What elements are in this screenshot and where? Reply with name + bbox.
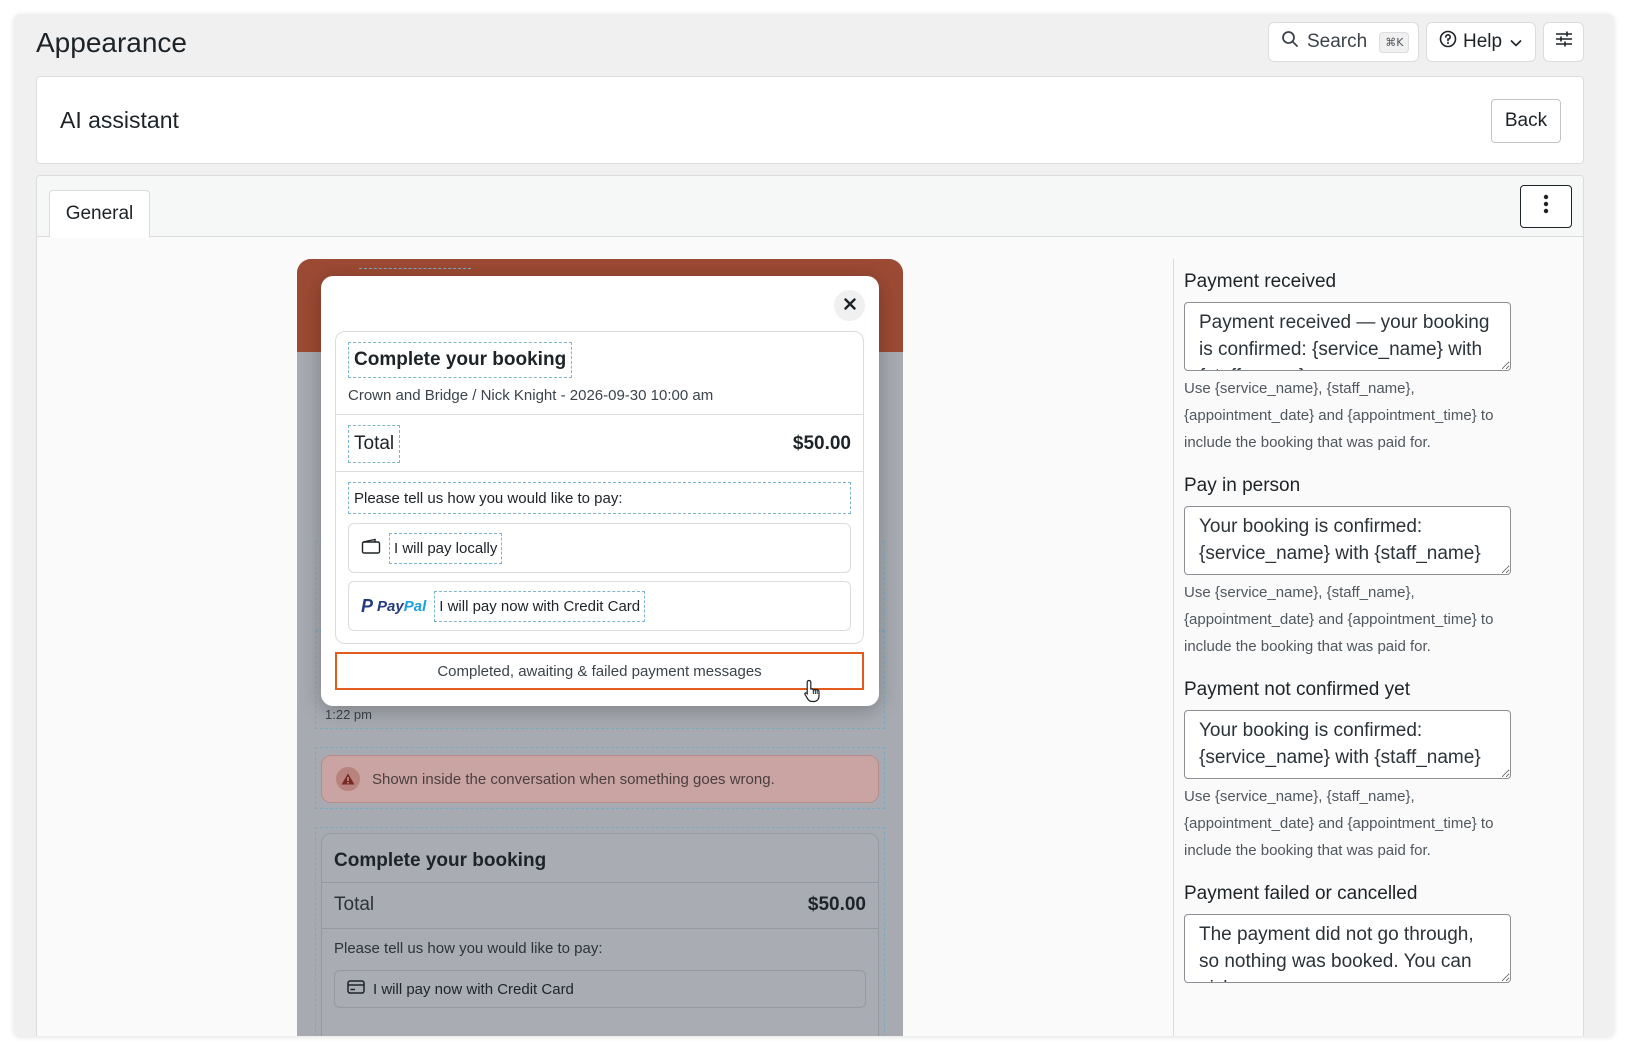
payment-question[interactable]: Please tell us how you would like to pay… [348,482,851,514]
booking-title[interactable]: Complete your booking [348,342,573,378]
divider [336,414,863,415]
error-message-text: Shown inside the conversation when somet… [372,770,775,788]
field-label-pay-in-person: Pay in person [1184,475,1301,496]
field-label-payment-failed: Payment failed or cancelled [1184,883,1418,904]
search-icon [1281,30,1299,54]
divider [336,471,863,472]
wallet-icon [361,538,381,559]
app-window: Appearance Search ⌘K Help AI assistant B… [14,14,1614,1036]
pay-with-paypal-option[interactable]: P Pay Pal I will pay now with Credit Card [348,581,851,631]
display-settings-button[interactable] [1543,22,1584,62]
divider [322,928,878,929]
more-options-button[interactable] [1520,185,1572,228]
search-button[interactable]: Search ⌘K [1268,22,1419,62]
pay-by-card-label: I will pay now with Credit Card [373,980,574,998]
header-card: AI assistant Back [36,76,1584,164]
warning-icon [336,767,360,791]
message-timestamp: 1:22 pm [325,707,372,722]
divider [322,882,878,883]
field-help-text: Use {service_name}, {staff_name}, {appoi… [1184,584,1494,655]
error-message-preview[interactable]: Shown inside the conversation when somet… [321,755,879,803]
pay-by-card-option[interactable]: I will pay now with Credit Card [334,970,866,1008]
field-label-payment-received: Payment received [1184,271,1337,292]
section-title: AI assistant [60,107,179,133]
field-label-payment-not-confirmed: Payment not confirmed yet [1184,679,1410,700]
search-label: Search [1307,31,1368,52]
booking-card: Complete your booking Crown and Bridge /… [335,331,864,644]
pay-with-card-label: I will pay now with Credit Card [434,590,646,622]
help-circle-icon [1439,30,1457,54]
total-amount: $50.00 [807,894,866,915]
close-icon [843,297,856,315]
help-button[interactable]: Help [1426,22,1536,62]
credit-card-icon [347,980,365,998]
chevron-down-icon [1510,31,1522,53]
back-button[interactable]: Back [1491,99,1561,143]
paypal-logo: P Pay Pal [361,595,427,616]
total-label: Total [334,894,375,915]
total-amount: $50.00 [792,433,851,454]
payment-received-textarea[interactable]: Payment received — your booking is confi… [1184,302,1511,371]
payment-messages-button[interactable]: Completed, awaiting & failed payment mes… [335,652,864,690]
payment-question: Please tell us how you would like to pay… [334,940,603,957]
tab-bar: General [37,176,1583,238]
search-shortcut-badge: ⌘K [1379,31,1410,53]
booking-card-preview: Complete your booking Total $50.00 Pleas… [321,833,879,1036]
tab-general[interactable]: General [49,190,150,238]
pay-in-person-textarea[interactable]: Your booking is confirmed: {service_name… [1184,506,1511,575]
pay-locally-option[interactable]: I will pay locally [348,523,851,573]
field-help-text: Use {service_name}, {staff_name}, {appoi… [1184,380,1494,451]
payment-not-confirmed-textarea[interactable]: Your booking is confirmed: {service_name… [1184,710,1511,779]
field-help-text: Use {service_name}, {staff_name}, {appoi… [1184,788,1494,859]
booking-subtitle: Crown and Bridge / Nick Knight - 2026-09… [348,387,714,404]
help-label: Help [1463,31,1503,52]
payment-failed-textarea[interactable]: The payment did not go through, so nothi… [1184,914,1511,983]
message-settings-panel: Payment received Payment received — your… [1173,259,1583,1036]
page-title: Appearance [36,27,188,58]
kebab-menu-icon [1543,194,1549,219]
total-label[interactable]: Total [348,425,401,463]
selection-outline [359,268,471,270]
sliders-icon [1555,31,1573,53]
main-panel: General 1:22 pm Shown inside the convers… [36,175,1584,1036]
booking-card-title: Complete your booking [334,850,547,871]
pay-locally-label: I will pay locally [389,532,503,564]
pointer-cursor-icon [803,679,821,708]
booking-modal: Complete your booking Crown and Bridge /… [321,276,879,706]
close-button[interactable] [834,290,865,321]
